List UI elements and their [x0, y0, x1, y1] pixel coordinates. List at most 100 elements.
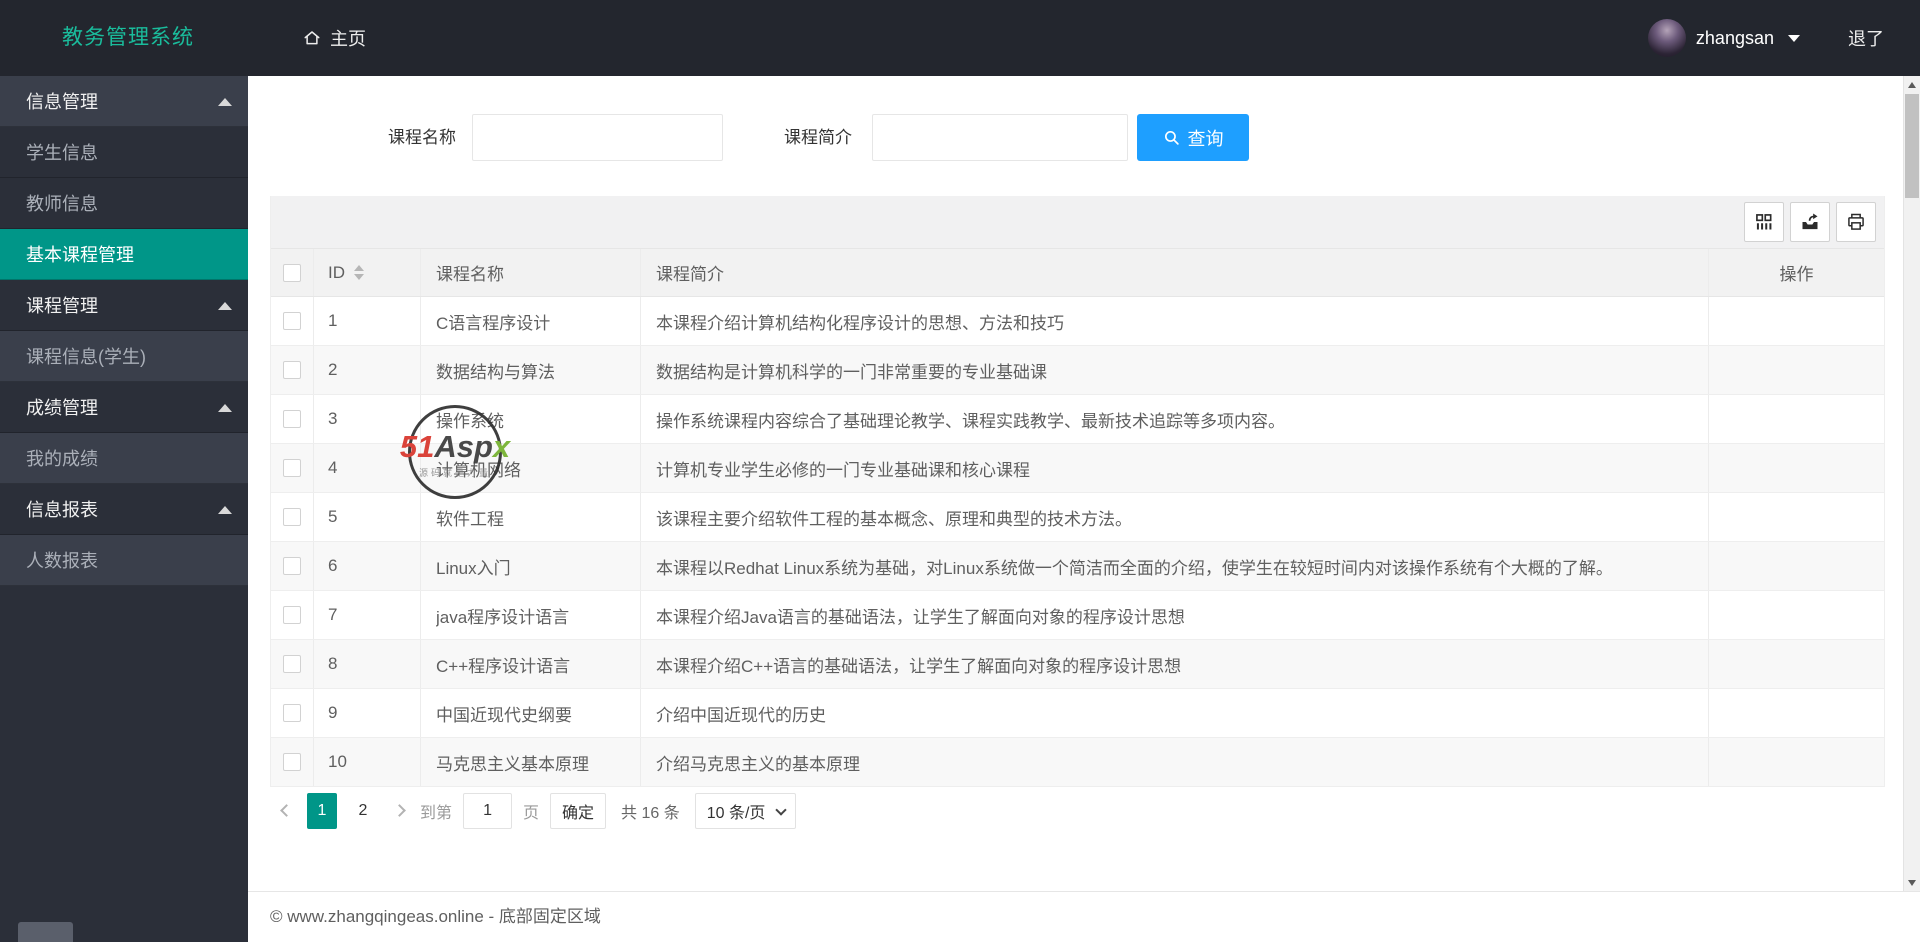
- cell-course-intro: 本课程介绍计算机结构化程序设计的思想、方法和技巧: [641, 297, 1709, 345]
- row-checkbox[interactable]: [283, 312, 301, 330]
- cell-checkbox: [271, 444, 314, 492]
- sidebar-item-3-0[interactable]: 人数报表: [0, 535, 248, 586]
- filter-columns-button[interactable]: [1744, 202, 1784, 242]
- row-checkbox[interactable]: [283, 508, 301, 526]
- export-button[interactable]: [1790, 202, 1830, 242]
- cell-actions: [1709, 542, 1884, 590]
- search-form: 课程名称 课程简介 查询: [248, 76, 1903, 196]
- course-intro-input[interactable]: [872, 114, 1128, 161]
- row-checkbox[interactable]: [283, 704, 301, 722]
- confirm-button[interactable]: 确定: [550, 792, 607, 829]
- cell-text: C++程序设计语言: [436, 656, 571, 676]
- cell-id: 9: [314, 689, 421, 737]
- sort-icon[interactable]: [354, 265, 364, 280]
- sidebar-menu: 信息管理 学生信息教师信息基本课程管理 课程管理 课程信息(学生) 成绩管理 我的成绩 信息…: [0, 76, 248, 586]
- row-checkbox[interactable]: [283, 606, 301, 624]
- course-intro-label: 课程简介: [784, 128, 852, 147]
- cell-actions: [1709, 297, 1884, 345]
- row-checkbox[interactable]: [283, 459, 301, 477]
- column-header-label: ID: [328, 262, 345, 282]
- column-header-label: 课程名称: [436, 265, 504, 284]
- cell-course-name: 软件工程: [421, 493, 641, 541]
- nav-home-label: 主页: [330, 29, 366, 49]
- pagination: 12 到第 页 确定 共 16 条 10 条/页: [276, 792, 797, 829]
- cell-id: 10: [314, 738, 421, 786]
- cell-text: 7: [328, 605, 338, 624]
- cell-actions: [1709, 738, 1884, 786]
- cell-course-intro: 本课程以Redhat Linux系统为基础，对Linux系统做一个简洁而全面的介…: [641, 542, 1709, 590]
- course-name-input[interactable]: [472, 114, 723, 161]
- page-size-select[interactable]: 10 条/页: [694, 792, 797, 829]
- cell-text: 操作系统课程内容综合了基础理论教学、课程实践教学、最新技术追踪等多项内容。: [656, 411, 1285, 431]
- username: zhangsan: [1695, 27, 1774, 48]
- prev-page-button[interactable]: [276, 792, 296, 829]
- nav-home-link[interactable]: 主页: [303, 0, 366, 76]
- page-button-2[interactable]: 2: [348, 793, 378, 829]
- sidebar-item-label: 教师信息: [26, 194, 98, 214]
- jump-page-input[interactable]: [463, 792, 513, 829]
- sidebar-group-0[interactable]: 信息管理: [0, 76, 248, 127]
- sidebar-group-2[interactable]: 成绩管理: [0, 382, 248, 433]
- cell-course-intro: 本课程介绍C++语言的基础语法，让学生了解面向对象的程序设计思想: [641, 640, 1709, 688]
- column-header-label: 课程简介: [656, 265, 724, 284]
- cell-course-intro: 介绍马克思主义的基本原理: [641, 738, 1709, 786]
- table-row: 2 数据结构与算法 数据结构是计算机科学的一门非常重要的专业基础课: [271, 346, 1884, 395]
- column-header-actions: 操作: [1709, 249, 1884, 296]
- jump-prefix-label: 到第: [420, 804, 453, 822]
- column-header-course-name: 课程名称: [421, 249, 641, 296]
- select-all-checkbox[interactable]: [283, 263, 301, 282]
- cell-course-intro: 操作系统课程内容综合了基础理论教学、课程实践教学、最新技术追踪等多项内容。: [641, 395, 1709, 443]
- user-menu[interactable]: zhangsan: [1647, 19, 1800, 57]
- navbar-right: zhangsan 退了: [1647, 0, 1884, 76]
- page-size-value: 10 条/页: [706, 804, 766, 822]
- sidebar-item-0-2[interactable]: 基本课程管理: [0, 229, 248, 280]
- cell-id: 2: [314, 346, 421, 394]
- cell-text: 数据结构与算法: [436, 362, 555, 382]
- sidebar-item-2-0[interactable]: 我的成绩: [0, 433, 248, 484]
- cell-actions: [1709, 444, 1884, 492]
- cell-text: Linux入门: [436, 558, 511, 578]
- cell-text: 数据结构是计算机科学的一门非常重要的专业基础课: [656, 362, 1047, 382]
- scroll-up-button[interactable]: [1904, 76, 1920, 93]
- chevron-up-icon: [218, 404, 232, 412]
- sidebar-item-0-1[interactable]: 教师信息: [0, 178, 248, 229]
- chevron-left-icon: [279, 804, 293, 817]
- sidebar-group-3[interactable]: 信息报表: [0, 484, 248, 535]
- sidebar-item-label: 人数报表: [26, 551, 98, 571]
- cell-text: 介绍中国近现代的历史: [656, 705, 826, 725]
- table-row: 6 Linux入门 本课程以Redhat Linux系统为基础，对Linux系统做一…: [271, 542, 1884, 591]
- column-header-id[interactable]: ID: [314, 249, 421, 296]
- header-checkbox-cell: [271, 249, 314, 296]
- app-root: 教务管理系统 主页 zhangsan 退了 信息管理 学生信息 教师信息 基本课程管理…: [0, 0, 1920, 942]
- total-count-label: 共 16 条: [621, 804, 680, 822]
- vertical-scrollbar[interactable]: [1903, 76, 1920, 891]
- sidebar-item-0-0[interactable]: 学生信息: [0, 127, 248, 178]
- next-page-button[interactable]: [389, 792, 409, 829]
- sidebar-bottom-handle[interactable]: [18, 922, 73, 942]
- cell-course-name: C++程序设计语言: [421, 640, 641, 688]
- sidebar: 信息管理 学生信息教师信息基本课程管理 课程管理 课程信息(学生) 成绩管理 我的成绩 信息…: [0, 76, 248, 942]
- sidebar-item-1-0[interactable]: 课程信息(学生): [0, 331, 248, 382]
- row-checkbox[interactable]: [283, 655, 301, 673]
- logout-link[interactable]: 退了: [1848, 25, 1884, 51]
- sidebar-group-1[interactable]: 课程管理: [0, 280, 248, 331]
- cell-text: 马克思主义基本原理: [436, 754, 589, 774]
- export-icon: [1802, 213, 1818, 230]
- print-button[interactable]: [1836, 202, 1876, 242]
- table-block: ID 课程名称 课程简介 操作 1 C语言程序设计 本课程介绍计算机结构化程序设计的…: [270, 196, 1885, 787]
- cell-actions: [1709, 346, 1884, 394]
- print-icon: [1848, 213, 1864, 230]
- row-checkbox[interactable]: [283, 557, 301, 575]
- table-row: 7 java程序设计语言 本课程介绍Java语言的基础语法，让学生了解面向对象的程序…: [271, 591, 1884, 640]
- scroll-down-button[interactable]: [1904, 874, 1920, 891]
- cell-course-name: 操作系统: [421, 395, 641, 443]
- cell-text: 8: [328, 654, 338, 673]
- row-checkbox[interactable]: [283, 753, 301, 771]
- cell-course-name: 数据结构与算法: [421, 346, 641, 394]
- avatar[interactable]: [1647, 19, 1686, 57]
- query-button[interactable]: 查询: [1137, 114, 1249, 161]
- row-checkbox[interactable]: [283, 361, 301, 379]
- page-button-1[interactable]: 1: [307, 792, 337, 829]
- row-checkbox[interactable]: [283, 410, 301, 428]
- scrollbar-thumb[interactable]: [1905, 94, 1919, 198]
